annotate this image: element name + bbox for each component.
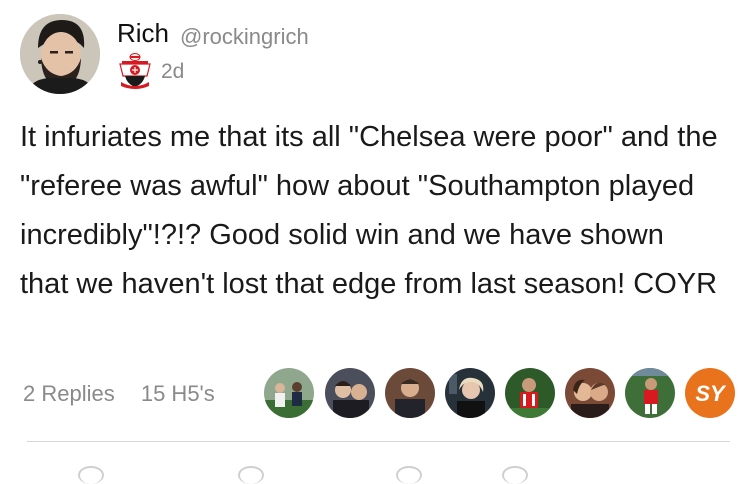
author-handle[interactable]: @rockingrich xyxy=(180,24,309,50)
southampton-crest-icon xyxy=(118,52,152,90)
liker-avatar-1[interactable] xyxy=(264,368,314,418)
action-icon-peek xyxy=(238,466,264,484)
divider xyxy=(27,441,730,442)
liker-avatar-5[interactable] xyxy=(505,368,555,418)
post-stats: 2 Replies 15 H5's xyxy=(23,381,235,407)
tweet-text: It infuriates me that its all "Chelsea w… xyxy=(20,121,718,300)
liker-avatar-3[interactable] xyxy=(385,368,435,418)
svg-text:SY: SY xyxy=(695,381,727,406)
liker-avatar-2[interactable] xyxy=(325,368,375,418)
replies-link[interactable]: 2 Replies xyxy=(23,381,115,406)
action-icon-peek xyxy=(396,466,422,484)
post-timestamp: 2d xyxy=(161,60,185,83)
action-icon-peek xyxy=(502,466,528,484)
liker-avatar-6[interactable] xyxy=(565,368,615,418)
author-avatar[interactable] xyxy=(20,14,100,94)
action-icon-peek xyxy=(78,466,104,484)
h5s-link[interactable]: 15 H5's xyxy=(141,381,215,406)
profile-photo-icon xyxy=(20,14,100,94)
sy-logo-icon[interactable]: SY xyxy=(685,368,735,418)
liker-avatar-7[interactable] xyxy=(625,368,675,418)
liker-avatar-4[interactable] xyxy=(445,368,495,418)
author-name[interactable]: Rich xyxy=(117,18,169,49)
